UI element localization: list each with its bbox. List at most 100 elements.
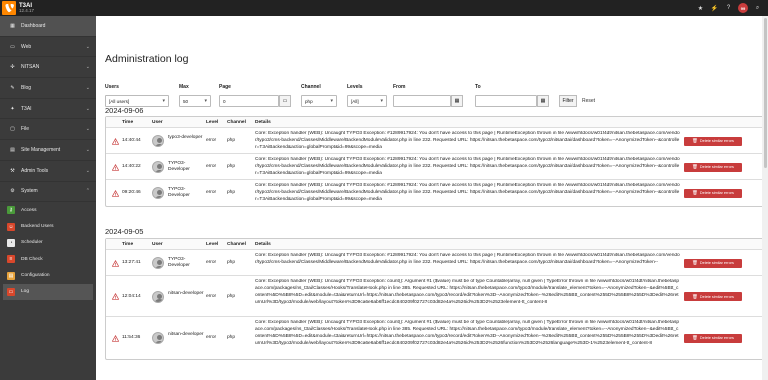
sidebar-subitem-log[interactable]: ▭ Log	[3, 283, 93, 300]
table-row: 11:54:36 nitsan-developer error php Core: Ex…	[106, 317, 766, 359]
channel-select[interactable]: php	[301, 95, 337, 107]
page-input[interactable]: 0	[219, 95, 279, 107]
from-calendar-button[interactable]: ▦	[451, 95, 463, 107]
sidebar-item-blog[interactable]: ✎ Blog ⌄	[0, 78, 96, 99]
typo3-logo-icon[interactable]	[2, 1, 16, 15]
row-user[interactable]: TYPO3-Developer	[168, 187, 204, 199]
delete-similar-errors-button[interactable]: 🗑 Delete similar errors	[684, 188, 742, 198]
col-level: Level	[206, 119, 219, 125]
sidebar-item-label: System	[21, 188, 38, 195]
sidebar-item-nitsan[interactable]: ✣ NITSAN ⌄	[0, 57, 96, 79]
user-avatar-icon	[152, 332, 164, 344]
delete-button-label: Delete similar errors	[699, 294, 734, 299]
file-icon: ▢	[10, 126, 15, 133]
sidebar-item-file[interactable]: ▢ File ⌄	[0, 119, 96, 141]
sidebar-subitem-label: Log	[21, 289, 30, 295]
row-time: 12:04:14	[122, 293, 141, 299]
t3ai-icon: ✦	[10, 105, 15, 112]
sidebar-item-t3ai[interactable]: ✦ T3AI ⌄	[0, 99, 96, 120]
max-select[interactable]: 50	[179, 95, 211, 107]
users-label: Users	[105, 84, 119, 90]
filter-button[interactable]: Filter	[559, 95, 577, 107]
sidebar-subitem-access[interactable]: ⚷ Access	[0, 202, 96, 218]
table-row: 14:40:44 typo3-developer error php Core: Exc…	[106, 128, 766, 154]
row-user[interactable]: nitsan-developer	[168, 291, 204, 297]
delete-similar-errors-button[interactable]: 🗑 Delete similar errors	[684, 333, 742, 343]
from-date-input[interactable]	[393, 95, 451, 107]
search-icon[interactable]: ⌕	[753, 4, 762, 13]
flash-icon[interactable]: ⚡	[710, 4, 719, 13]
table-header: Time User Level Channel Details	[106, 239, 766, 250]
sidebar-item-label: NITSAN	[21, 64, 40, 71]
trash-icon: 🗑	[692, 335, 698, 340]
chevron-down-icon: ⌄	[85, 126, 90, 133]
error-warning-icon	[112, 189, 119, 197]
chevron-down-icon: ⌄	[85, 167, 90, 174]
sidebar-subitem-db-check[interactable]: ≡ DB Check	[0, 251, 96, 267]
sidebar-item-dashboard[interactable]: ▦ Dashboard	[0, 16, 96, 37]
row-level: error	[206, 260, 217, 265]
to-label: To	[475, 84, 481, 90]
sidebar-subitem-label: Access	[21, 207, 37, 213]
page-picker-button[interactable]: ▭	[279, 95, 291, 107]
col-user: User	[152, 119, 163, 125]
col-details: Details	[255, 119, 271, 125]
sidebar-item-admin-tools[interactable]: ⚒ Admin Tools ⌄	[0, 161, 96, 182]
scheduler-module-icon: ◔	[7, 238, 15, 247]
main-scrollbar[interactable]	[762, 16, 768, 380]
table-row: 14:40:22 TYPO3-Developer error php Core: Exc…	[106, 154, 766, 180]
delete-button-label: Delete similar errors	[699, 191, 734, 195]
main-content: Administration log Users [All users] Max…	[96, 16, 768, 380]
trash-icon: 🗑	[692, 293, 698, 299]
row-level: error	[206, 138, 217, 143]
row-level: error	[206, 164, 217, 169]
to-date-input[interactable]	[475, 95, 537, 107]
row-user[interactable]: TYPO3-Developer	[168, 161, 204, 173]
user-avatar[interactable]: 99	[738, 3, 748, 13]
access-module-icon: ⚷	[7, 206, 15, 215]
row-channel: php	[227, 190, 236, 195]
sidebar-item-site-management[interactable]: ▤ Site Management ⌄	[0, 140, 96, 161]
user-avatar-icon	[152, 161, 164, 173]
delete-similar-errors-button[interactable]: 🗑 Delete similar errors	[684, 292, 742, 301]
delete-button-label: Delete similar errors	[699, 165, 734, 169]
bookmark-icon[interactable]: ★	[696, 4, 705, 13]
row-details: Core: Exception handler (WEB): Uncaught …	[255, 157, 680, 176]
trash-icon: 🗑	[692, 138, 698, 143]
user-avatar-icon	[152, 187, 164, 199]
row-user[interactable]: TYPO3-Developer	[168, 257, 204, 269]
row-level: error	[206, 335, 217, 340]
date-heading: 2024-09-05	[105, 227, 144, 236]
levels-select[interactable]: [All]	[347, 95, 387, 107]
nitsan-icon: ✣	[10, 64, 15, 71]
log-module-icon: ▭	[7, 287, 15, 296]
row-time: 11:54:36	[122, 335, 141, 340]
reset-link[interactable]: Reset	[582, 98, 595, 104]
error-warning-icon	[112, 293, 119, 300]
delete-similar-errors-button[interactable]: 🗑 Delete similar errors	[684, 258, 742, 268]
calendar-icon: ▦	[454, 98, 460, 104]
table-row: 12:04:14 nitsan-developer error php Core: Ex…	[106, 276, 766, 317]
delete-similar-errors-button[interactable]: 🗑 Delete similar errors	[684, 136, 742, 146]
folder-icon: ▭	[282, 98, 288, 104]
delete-similar-errors-button[interactable]: 🗑 Delete similar errors	[684, 162, 742, 172]
scrollbar-thumb[interactable]	[763, 18, 767, 168]
table-row: 09:20:46 TYPO3-Developer error php Core: Exc…	[106, 180, 766, 206]
sidebar-item-system[interactable]: ⚙ System ⌃	[0, 182, 96, 203]
from-label: From	[393, 84, 406, 90]
sidebar-item-web[interactable]: ▭ Web ⌄	[0, 37, 96, 58]
col-time: Time	[122, 119, 134, 125]
row-user[interactable]: nitsan-developer	[168, 332, 204, 338]
row-user[interactable]: typo3-developer	[168, 135, 204, 141]
to-calendar-button[interactable]: ▦	[537, 95, 549, 107]
help-icon[interactable]: ?	[724, 4, 733, 13]
sidebar-subitem-scheduler[interactable]: ◔ Scheduler	[0, 235, 96, 251]
log-filter-form: Users [All users] Max 50 Page 0 ▭ Channe…	[105, 84, 765, 108]
row-details: Core: Exception handler (WEB): Uncaught …	[255, 183, 680, 202]
sidebar-item-label: Blog	[21, 84, 32, 91]
backend-users-module-icon: ☺	[7, 222, 15, 231]
col-level: Level	[206, 241, 219, 247]
db-check-module-icon: ≡	[7, 255, 15, 264]
sidebar-subitem-configuration[interactable]: ▤ Configuration	[0, 267, 96, 283]
sidebar-subitem-backend-users[interactable]: ☺ Backend Users	[0, 218, 96, 234]
